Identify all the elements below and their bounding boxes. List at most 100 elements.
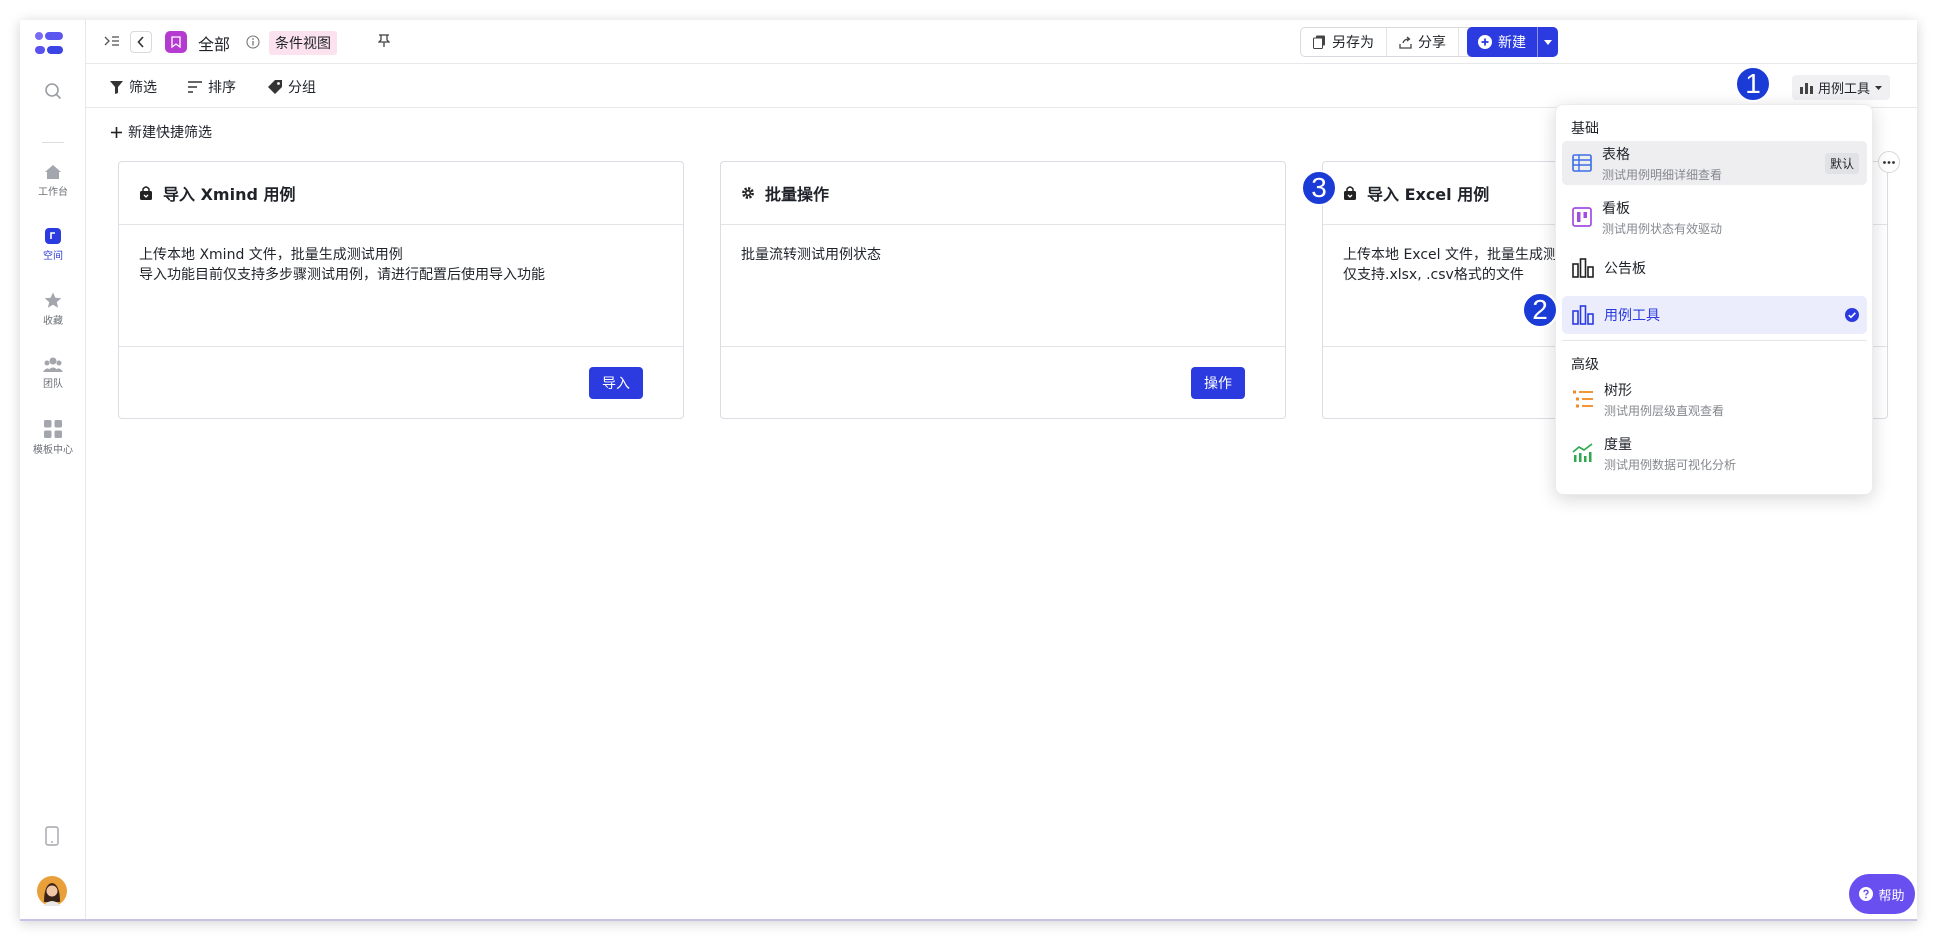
pin-icon[interactable]: [378, 34, 390, 48]
import-bag-icon: [140, 186, 152, 200]
sort-button[interactable]: 排序: [188, 77, 236, 97]
bulletin-board-icon: [1572, 258, 1594, 278]
tag-icon: [268, 80, 282, 94]
filter-button[interactable]: 筛选: [110, 77, 157, 97]
rail-item-space[interactable]: 空间: [20, 228, 86, 262]
group-label: 分组: [288, 80, 316, 96]
search-icon[interactable]: [44, 82, 62, 100]
view-tag-label: 条件视图: [269, 31, 337, 55]
menu-item-case-tool[interactable]: 用例工具: [1562, 296, 1867, 334]
view-type-icon: [165, 31, 187, 53]
more-icon: [1883, 160, 1895, 164]
copy-icon: [1313, 35, 1325, 49]
back-button[interactable]: [130, 31, 152, 53]
menu-item-tree[interactable]: 树形测试用例层级直观查看: [1562, 377, 1867, 421]
save-as-button[interactable]: 另存为: [1301, 28, 1386, 56]
default-badge: 默认: [1824, 152, 1859, 174]
menu-item-title: 度量: [1604, 436, 1632, 453]
help-icon: [1859, 887, 1874, 901]
home-icon: [45, 165, 61, 179]
menu-item-subtitle: 测试用例数据可视化分析: [1604, 457, 1737, 472]
menu-divider: [1562, 340, 1867, 341]
menu-item-metrics[interactable]: 度量测试用例数据可视化分析: [1562, 431, 1867, 475]
kanban-icon: [1572, 207, 1592, 227]
card-title: 批量操作: [765, 185, 830, 204]
rail-label: 空间: [43, 251, 63, 262]
menu-item-bulletin[interactable]: 公告板: [1562, 249, 1867, 287]
mobile-icon[interactable]: [45, 826, 59, 846]
view-tag[interactable]: 条件视图: [269, 31, 337, 55]
avatar[interactable]: [37, 876, 67, 906]
metrics-chart-icon: [1572, 443, 1593, 462]
card-header: 导入 Xmind 用例: [119, 162, 683, 225]
team-icon: [43, 357, 63, 372]
card-more-button[interactable]: [1878, 151, 1900, 173]
annotation-badge-3: 3: [1301, 170, 1337, 206]
menu-section-advanced: 高级: [1571, 357, 1599, 373]
card-title: 导入 Excel 用例: [1367, 185, 1490, 204]
menu-section-basic: 基础: [1571, 121, 1599, 137]
import-button[interactable]: 导入: [589, 367, 643, 399]
tree-list-icon: [1573, 390, 1593, 408]
caret-down-icon: [1544, 39, 1552, 45]
star-icon: [44, 292, 62, 308]
sort-icon: [188, 81, 202, 93]
card-description: 批量流转测试用例状态: [741, 247, 881, 263]
table-icon: [1572, 154, 1592, 172]
view-switch-menu: 基础 表格 测试用例明细详细查看 默认 看板测试用例状态有效驱动 公告板 用例工具…: [1555, 104, 1873, 495]
new-quick-filter-label: 新建快捷筛选: [128, 125, 212, 141]
menu-item-kanban[interactable]: 看板测试用例状态有效驱动: [1562, 195, 1867, 239]
view-switch-label: 用例工具: [1818, 82, 1871, 97]
menu-item-title: 看板: [1602, 200, 1630, 217]
card-title: 导入 Xmind 用例: [163, 185, 296, 204]
rail-divider: [42, 142, 64, 143]
template-grid-icon: [44, 420, 62, 438]
rail-label: 模板中心: [33, 445, 73, 456]
menu-item-subtitle: 测试用例明细详细查看: [1602, 167, 1723, 182]
gear-icon: [742, 187, 754, 199]
menu-item-table[interactable]: 表格 测试用例明细详细查看 默认: [1562, 141, 1867, 185]
new-button-group: 新建: [1467, 27, 1558, 57]
new-button[interactable]: 新建: [1467, 27, 1537, 57]
rail-item-workbench[interactable]: 工作台: [20, 164, 86, 198]
collapse-sidebar-icon[interactable]: [104, 34, 120, 48]
group-button[interactable]: 分组: [268, 77, 316, 97]
share-icon: [1399, 35, 1412, 49]
annotation-badge-2: 2: [1522, 292, 1558, 328]
import-bag-icon: [1344, 186, 1356, 200]
case-tool-icon: [1572, 305, 1594, 325]
share-label: 分享: [1418, 35, 1446, 51]
help-label: 帮助: [1878, 888, 1905, 904]
menu-item-title: 树形: [1604, 382, 1632, 399]
sort-label: 排序: [208, 80, 236, 96]
menu-item-subtitle: 测试用例层级直观查看: [1604, 403, 1725, 418]
menu-item-title: 公告板: [1604, 261, 1646, 277]
app-logo[interactable]: [33, 30, 65, 58]
new-dropdown-button[interactable]: [1537, 27, 1558, 57]
card-import-xmind: 导入 Xmind 用例 上传本地 Xmind 文件，批量生成测试用例 导入功能目…: [118, 161, 684, 419]
page-title: 全部: [198, 35, 231, 54]
space-icon: [45, 228, 61, 244]
help-button[interactable]: 帮助: [1849, 874, 1915, 914]
filter-label: 筛选: [129, 80, 157, 96]
operate-button[interactable]: 操作: [1191, 367, 1245, 399]
chevron-left-icon: [137, 36, 144, 48]
rail-item-templates[interactable]: 模板中心: [20, 420, 86, 456]
check-circle-icon: [1845, 308, 1859, 322]
view-switch-button[interactable]: 用例工具: [1792, 75, 1891, 100]
action-group: 另存为 分享: [1300, 27, 1492, 57]
annotation-badge-1: 1: [1735, 66, 1771, 102]
card-description: 上传本地 Xmind 文件，批量生成测试用例: [139, 247, 403, 263]
new-quick-filter-button[interactable]: 新建快捷筛选: [111, 122, 212, 142]
share-button[interactable]: 分享: [1386, 28, 1458, 56]
card-body: 上传本地 Xmind 文件，批量生成测试用例 导入功能目前仅支持多步骤测试用例，…: [119, 225, 683, 347]
card-footer: 操作: [721, 347, 1285, 418]
new-label: 新建: [1498, 35, 1526, 51]
card-footer: 导入: [119, 347, 683, 418]
left-rail: 工作台 空间 收藏 团队 模板中心: [20, 20, 86, 919]
save-as-label: 另存为: [1332, 35, 1374, 51]
rail-item-favorites[interactable]: 收藏: [20, 292, 86, 327]
rail-item-team[interactable]: 团队: [20, 356, 86, 390]
menu-item-subtitle: 测试用例状态有效驱动: [1602, 221, 1723, 236]
info-icon[interactable]: [246, 35, 260, 49]
